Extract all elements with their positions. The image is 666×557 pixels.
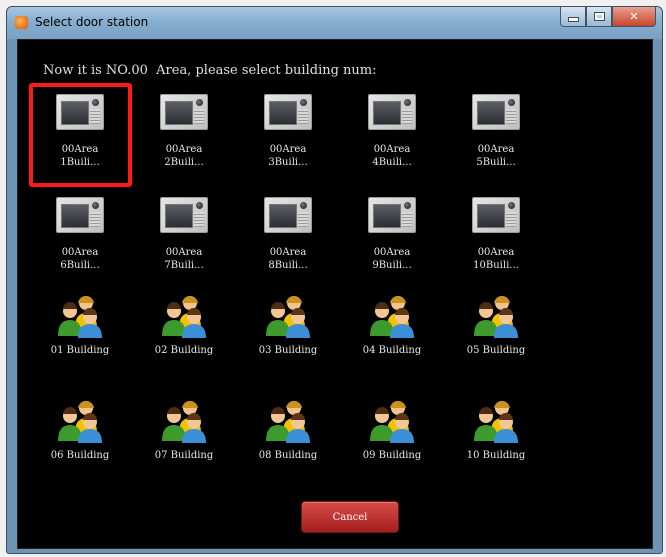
station-label-line1: 00Area [165, 144, 203, 155]
station-label-line1: 00Area [477, 247, 515, 258]
app-icon [15, 16, 28, 29]
station-label-line1: 00Area [477, 144, 515, 155]
building-item[interactable]: 08 Building [248, 399, 328, 462]
door-station-icon [368, 94, 416, 130]
door-station-item[interactable]: 00Area 3Buili... [248, 94, 328, 169]
building-label: 07 Building [154, 450, 214, 461]
door-station-icon [56, 94, 104, 130]
door-station-item[interactable]: 00Area 8Buili... [248, 197, 328, 272]
building-label: 04 Building [362, 345, 422, 356]
people-group-icon [144, 294, 224, 338]
door-station-item[interactable]: 00Area 7Buili... [144, 197, 224, 272]
cancel-button[interactable]: Cancel [301, 501, 399, 533]
station-label-line2: 1Buili... [60, 157, 100, 168]
people-group-icon [40, 399, 120, 443]
building-label: 01 Building [50, 345, 110, 356]
door-station-icon [264, 197, 312, 233]
station-label-line2: 7Buili... [164, 260, 204, 271]
station-label-line1: 00Area [373, 144, 411, 155]
people-group-icon [248, 294, 328, 338]
building-item[interactable]: 10 Building [456, 399, 536, 462]
select-door-station-window: Select door station ✕ Now it is NO.00 Ar… [6, 6, 663, 554]
door-station-icon [160, 94, 208, 130]
door-station-item[interactable]: 00Area 6Buili... [40, 197, 120, 272]
door-station-item[interactable]: 00Area 4Buili... [352, 94, 432, 169]
people-group-icon [456, 294, 536, 338]
door-station-icon [472, 94, 520, 130]
close-icon: ✕ [629, 10, 639, 23]
people-group-icon [352, 399, 432, 443]
minimize-button[interactable] [560, 7, 586, 27]
door-station-icon [160, 197, 208, 233]
building-item[interactable]: 06 Building [40, 399, 120, 462]
station-label-line2: 8Buili... [268, 260, 308, 271]
station-label-line2: 9Buili... [372, 260, 412, 271]
station-label-line1: 00Area [61, 144, 99, 155]
station-label-line2: 5Buili... [476, 157, 516, 168]
station-label-line2: 6Buili... [60, 260, 100, 271]
minimize-icon [567, 17, 579, 22]
door-station-item[interactable]: 00Area 1Buili... [40, 94, 120, 169]
instruction-text: Now it is NO.00 Area, please select buil… [43, 63, 377, 78]
door-station-item[interactable]: 00Area 5Buili... [456, 94, 536, 169]
door-station-item[interactable]: 00Area 10Buili... [456, 197, 536, 272]
door-station-item[interactable]: 00Area 2Buili... [144, 94, 224, 169]
station-label-line1: 00Area [373, 247, 411, 258]
selection-panel: Now it is NO.00 Area, please select buil… [17, 39, 653, 549]
door-station-icon [368, 197, 416, 233]
close-button[interactable]: ✕ [612, 7, 656, 27]
station-label-line2: 4Buili... [372, 157, 412, 168]
maximize-button[interactable] [586, 7, 612, 27]
building-label: 02 Building [154, 345, 214, 356]
building-label: 08 Building [258, 450, 318, 461]
people-group-icon [248, 399, 328, 443]
door-station-icon [264, 94, 312, 130]
building-item[interactable]: 01 Building [40, 294, 120, 357]
building-label: 03 Building [258, 345, 318, 356]
building-label: 05 Building [466, 345, 526, 356]
building-label: 06 Building [50, 450, 110, 461]
building-item[interactable]: 09 Building [352, 399, 432, 462]
building-item[interactable]: 03 Building [248, 294, 328, 357]
door-station-icon [56, 197, 104, 233]
door-station-icon [472, 197, 520, 233]
station-label-line2: 3Buili... [268, 157, 308, 168]
people-group-icon [352, 294, 432, 338]
station-label-line2: 2Buili... [164, 157, 204, 168]
building-item[interactable]: 04 Building [352, 294, 432, 357]
station-label-line2: 10Buili... [473, 260, 519, 271]
building-item[interactable]: 07 Building [144, 399, 224, 462]
station-label-line1: 00Area [269, 144, 307, 155]
building-item[interactable]: 02 Building [144, 294, 224, 357]
building-item[interactable]: 05 Building [456, 294, 536, 357]
station-label-line1: 00Area [269, 247, 307, 258]
maximize-icon [593, 12, 605, 21]
window-title: Select door station [35, 15, 149, 29]
people-group-icon [144, 399, 224, 443]
door-station-item[interactable]: 00Area 9Buili... [352, 197, 432, 272]
station-label-line1: 00Area [61, 247, 99, 258]
building-label: 10 Building [466, 450, 526, 461]
building-label: 09 Building [362, 450, 422, 461]
people-group-icon [40, 294, 120, 338]
title-bar[interactable]: Select door station ✕ [7, 7, 662, 39]
people-group-icon [456, 399, 536, 443]
window-controls: ✕ [560, 7, 656, 29]
station-label-line1: 00Area [165, 247, 203, 258]
